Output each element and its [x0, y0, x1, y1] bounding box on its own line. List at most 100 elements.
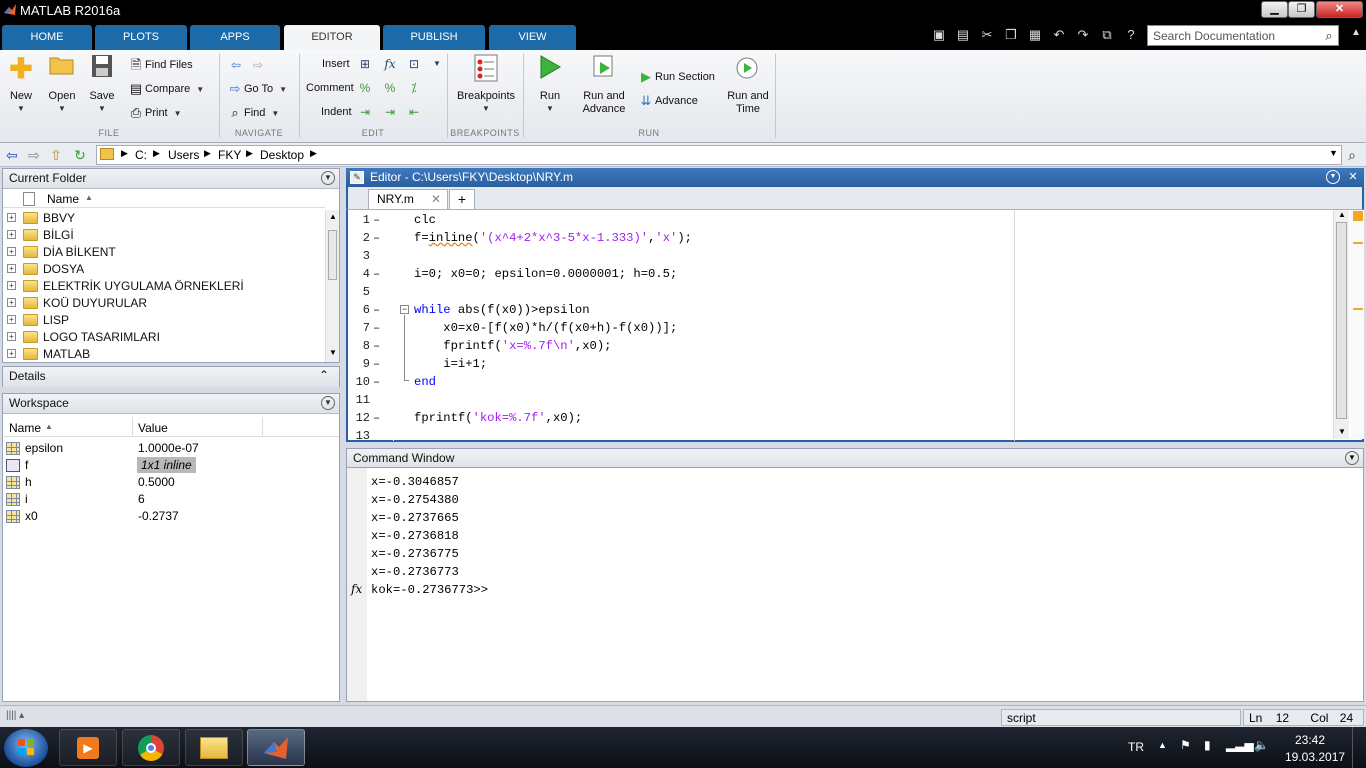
folder-row[interactable]: + BBVY [3, 210, 325, 227]
save-button[interactable]: Save ▼ [86, 54, 118, 113]
expand-icon[interactable]: + [7, 332, 16, 341]
browse-folder-icon[interactable]: ↻ [70, 145, 90, 165]
path-dropdown-icon[interactable]: ▼ [1329, 148, 1338, 158]
advance-button[interactable]: ⇊ Advance [637, 91, 698, 111]
breadcrumb-desktop[interactable]: Desktop [260, 148, 304, 162]
workspace-row[interactable]: f 1x1 inline [3, 457, 339, 474]
code-editor[interactable]: 1– clc 2– f=inline('(x^4+2*x^3-5*x-1.333)',… [346, 209, 1364, 443]
battery-icon[interactable]: ▮ [1204, 738, 1211, 752]
panel-menu-icon[interactable]: ▼ [321, 171, 335, 185]
folder-row[interactable]: + LISP [3, 312, 325, 329]
paste-icon[interactable]: ▦ [1026, 25, 1044, 45]
breakpoint-marker[interactable]: – [373, 339, 381, 353]
workspace-row[interactable]: h 0.5000 [3, 474, 339, 491]
layout-icon[interactable]: ▣ [930, 25, 948, 45]
open-button[interactable]: Open ▼ [44, 54, 80, 113]
code-line[interactable]: x0=x0-[f(x0)*h/(f(x0+h)-f(x0))]; [414, 321, 677, 335]
details-panel[interactable]: Details ⌃ [2, 366, 340, 387]
chrome-icon[interactable] [122, 729, 180, 766]
folder-row[interactable]: + MATLAB [3, 346, 325, 363]
code-line[interactable]: f=inline('(x^4+2*x^3-5*x-1.333)','x'); [414, 231, 692, 245]
code-line[interactable]: while abs(f(x0))>epsilon [414, 303, 590, 317]
clock-time[interactable]: 23:42 [1295, 733, 1325, 747]
maximize-button[interactable]: ❐ [1288, 1, 1315, 18]
panel-menu-icon[interactable]: ▼ [1345, 451, 1359, 465]
insert-section-icon[interactable]: ⊞ [356, 55, 374, 73]
tab-view[interactable]: VIEW [489, 25, 576, 50]
run-button[interactable]: Run ▼ [532, 54, 568, 113]
search-documentation-input[interactable]: Search Documentation [1147, 25, 1339, 46]
explorer-folder-icon[interactable] [185, 729, 243, 766]
print-button[interactable]: ⎙ Print ▼ [127, 103, 182, 123]
breakpoint-marker[interactable]: – [373, 231, 381, 245]
scroll-thumb[interactable] [1336, 222, 1347, 419]
editor-menu-icon[interactable]: ▼ [1326, 170, 1340, 184]
forward-arrow-icon[interactable]: ⇨ [249, 56, 267, 74]
expand-icon[interactable]: + [7, 264, 16, 273]
column-header-name[interactable]: Name [9, 421, 41, 435]
search-icon[interactable]: ⌕ [1320, 25, 1338, 46]
breakpoint-marker[interactable]: – [373, 411, 381, 425]
column-header-value[interactable]: Value [138, 421, 168, 435]
up-folder-icon[interactable]: ⇧ [46, 145, 66, 165]
compare-button[interactable]: ▤ Compare ▼ [127, 79, 204, 99]
expand-icon[interactable]: + [7, 230, 16, 239]
breakpoint-marker[interactable]: – [373, 375, 381, 389]
panel-menu-icon[interactable]: ▼ [321, 396, 335, 410]
close-button[interactable]: ✕ [1316, 1, 1363, 18]
breakpoint-marker[interactable]: – [373, 303, 381, 317]
command-window[interactable]: x=-0.3046857 x=-0.2754380 x=-0.2737665 x=-0… [346, 468, 1364, 702]
workspace-row[interactable]: i6 [3, 491, 339, 508]
tab-nry-m[interactable]: NRY.m ✕ [368, 189, 448, 209]
back-arrow-icon[interactable]: ⇦ [227, 56, 245, 74]
search-folder-icon[interactable]: ⌕ [1342, 145, 1362, 165]
scroll-thumb[interactable] [328, 230, 337, 280]
show-desktop-button[interactable] [1352, 727, 1366, 768]
fold-toggle-icon[interactable]: − [400, 305, 409, 314]
show-hidden-icons-icon[interactable]: ▲ [1158, 740, 1167, 750]
action-center-flag-icon[interactable]: ⚑ [1180, 738, 1191, 752]
layout-grip-icon[interactable]: |||| ▴ [6, 710, 24, 721]
increase-indent-icon[interactable]: ⇥ [381, 103, 399, 121]
breakpoint-marker[interactable]: – [373, 213, 381, 227]
editor-close-icon[interactable]: ✕ [1346, 170, 1360, 184]
breakpoints-button[interactable]: Breakpoints ▼ [452, 54, 520, 113]
expand-icon[interactable]: + [7, 247, 16, 256]
comment-icon[interactable]: % [356, 79, 374, 97]
uncomment-icon[interactable]: % [381, 79, 399, 97]
cut-icon[interactable]: ✂ [978, 25, 996, 45]
decrease-indent-icon[interactable]: ⇤ [405, 103, 423, 121]
folder-row[interactable]: + KOÜ DUYURULAR [3, 295, 325, 312]
matlab-taskbar-icon[interactable] [247, 729, 305, 766]
switch-windows-icon[interactable]: ⧉ [1098, 25, 1116, 45]
current-folder-path[interactable]: ▶ C: ▶ Users ▶ FKY ▶ Desktop ▶ ▼ [96, 145, 1342, 165]
expand-icon[interactable]: + [7, 349, 16, 358]
clock-date[interactable]: 19.03.2017 [1285, 750, 1345, 764]
start-button[interactable] [4, 729, 48, 767]
tab-publish[interactable]: PUBLISH [383, 25, 485, 50]
back-icon[interactable]: ⇦ [2, 145, 22, 165]
smart-indent-icon[interactable]: ⇥ [356, 103, 374, 121]
tab-plots[interactable]: PLOTS [95, 25, 187, 50]
tab-apps[interactable]: APPS [190, 25, 280, 50]
code-line[interactable]: clc [414, 213, 436, 227]
run-section-button[interactable]: ▶ Run Section [637, 67, 715, 87]
save-icon[interactable]: ▤ [954, 25, 972, 45]
folder-row[interactable]: + LOGO TASARIMLARI [3, 329, 325, 346]
find-files-button[interactable]: 🗎 Find Files [127, 55, 193, 75]
copy-icon[interactable]: ❐ [1002, 25, 1020, 45]
signal-icon[interactable]: ▂▃▅ [1226, 738, 1254, 752]
folder-row[interactable]: + DOSYA [3, 261, 325, 278]
expand-icon[interactable]: + [7, 213, 16, 222]
expand-icon[interactable]: + [7, 298, 16, 307]
tab-editor[interactable]: EDITOR [284, 25, 380, 50]
code-line[interactable]: fprintf('x=%.7f\n',x0); [414, 339, 611, 353]
folder-scrollbar[interactable]: ▲ ▼ [325, 210, 339, 362]
workspace-row[interactable]: epsilon 1.0000e-07 [3, 440, 339, 457]
wrap-comments-icon[interactable]: ⁒ [405, 79, 423, 97]
collapse-ribbon-icon[interactable]: ▲ [1348, 27, 1364, 45]
redo-icon[interactable]: ↷ [1074, 25, 1092, 45]
code-line[interactable]: end [414, 375, 436, 389]
insert-function-icon[interactable]: fx [381, 55, 399, 73]
new-tab-button[interactable]: + [449, 189, 475, 209]
